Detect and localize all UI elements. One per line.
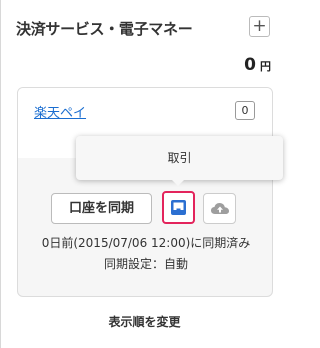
cloud-upload-icon: [211, 203, 229, 214]
service-name-link[interactable]: 楽天ペイ: [34, 102, 86, 121]
add-account-button[interactable]: +: [249, 16, 270, 37]
sync-account-button[interactable]: 口座を同期: [51, 193, 152, 224]
transactions-tooltip: 取引: [76, 136, 283, 180]
transactions-button[interactable]: [162, 191, 195, 224]
total-unit: 円: [260, 60, 271, 73]
total-balance: 0円: [244, 55, 271, 75]
panel-title: 決済サービス・電子マネー: [16, 20, 193, 38]
upload-button[interactable]: [203, 193, 236, 224]
sync-setting-text: 同期設定：自動: [103, 257, 188, 271]
account-card: 楽天ペイ 0 口座を同期 0日前(2015/07/06 12:00)に同期済み …: [17, 87, 273, 297]
sync-status-text: 0日前(2015/07/06 12:00)に同期済み: [41, 236, 251, 250]
tooltip-arrow: [171, 179, 185, 186]
total-amount: 0: [244, 55, 256, 75]
left-border: [0, 0, 1, 348]
count-badge: 0: [235, 101, 255, 120]
change-display-order-link[interactable]: 表示順を変更: [0, 313, 289, 330]
inbox-tray-icon: [171, 200, 186, 215]
